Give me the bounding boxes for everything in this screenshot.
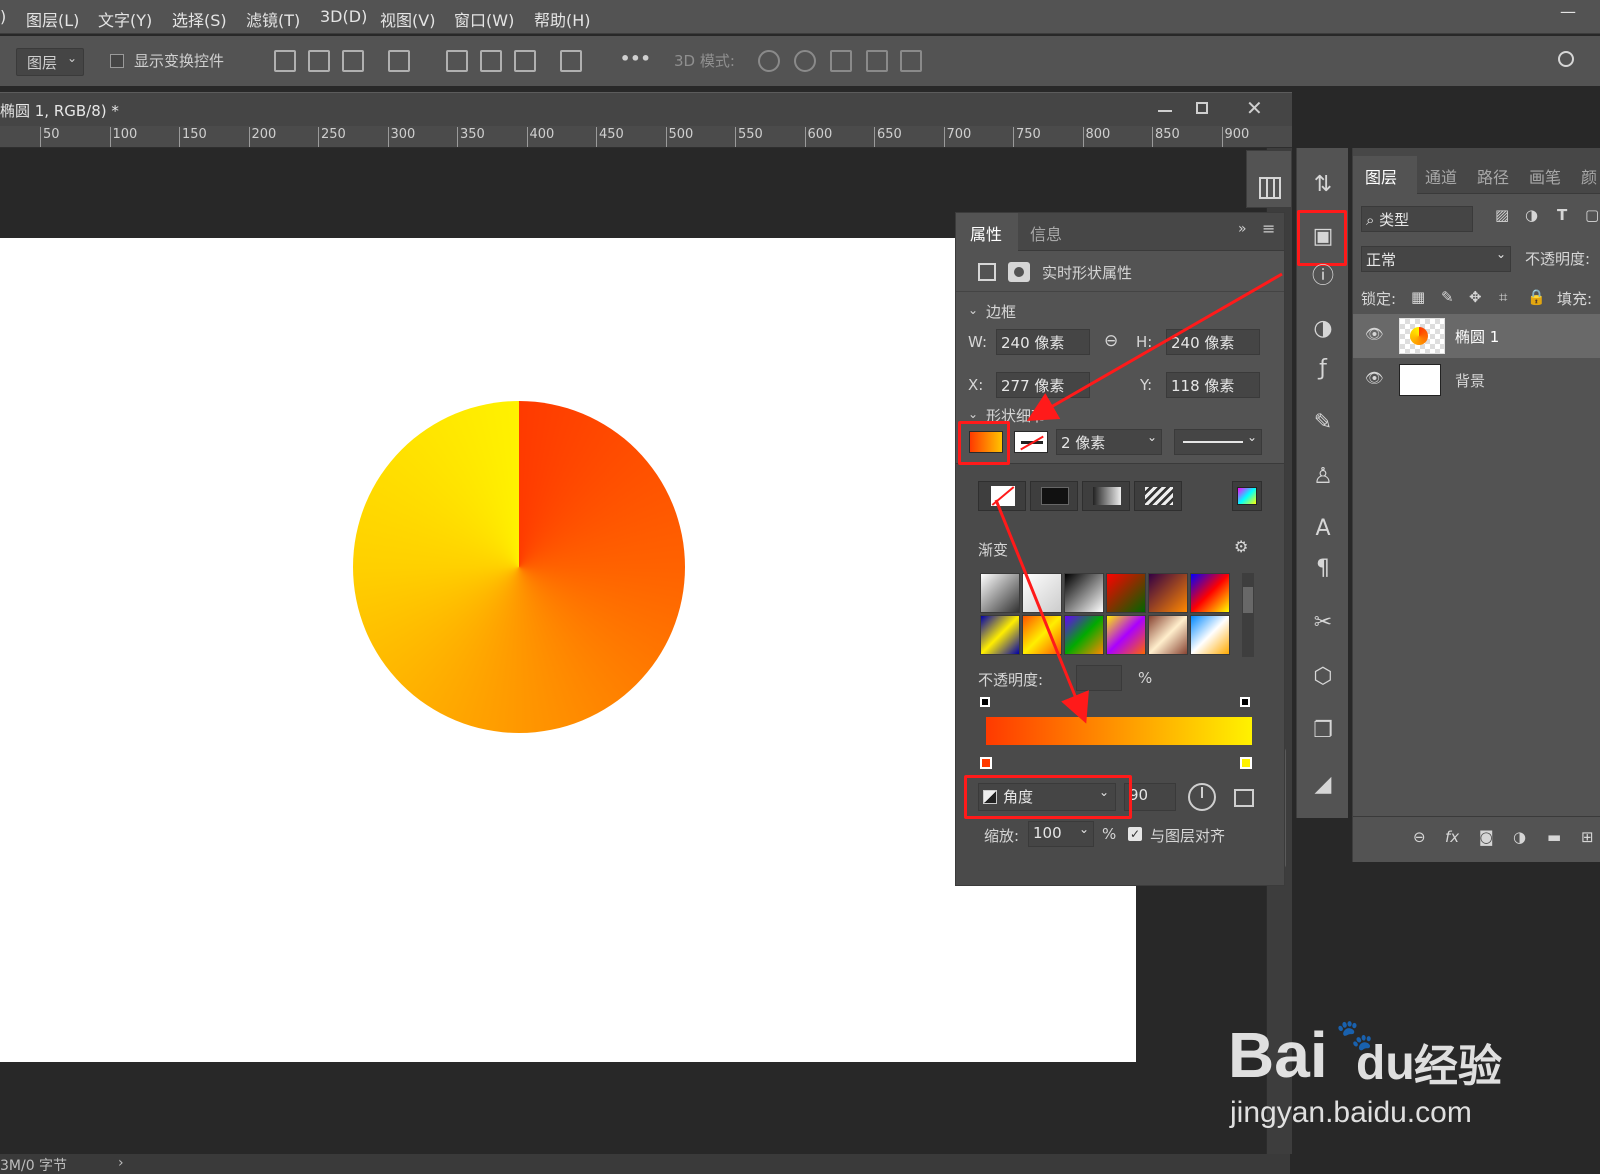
- watermark-suffix: 经验: [1414, 1041, 1502, 1092]
- annotation-arrows: [994, 272, 1283, 724]
- watermark-brand: Bai: [1228, 1019, 1328, 1091]
- watermark-brand-du: du: [1356, 1037, 1415, 1090]
- watermark-url: jingyan.baidu.com: [1230, 1096, 1472, 1129]
- baidu-watermark: Bai 🐾 du 经验 jingyan.baidu.com: [1228, 1000, 1528, 1140]
